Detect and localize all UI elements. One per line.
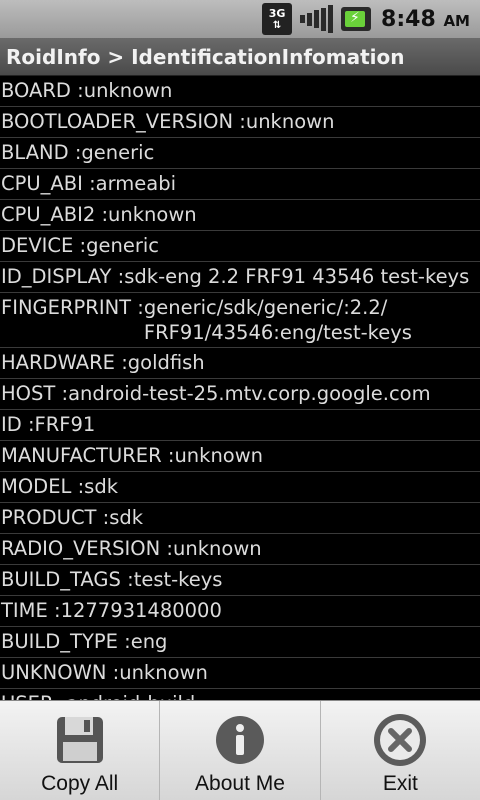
row-key: MODEL : <box>1 475 85 498</box>
row-value: test-keys <box>133 568 223 591</box>
row-key: HARDWARE : <box>1 351 128 374</box>
list-item: UNKNOWN : unknown <box>0 658 480 689</box>
list-item: DEVICE : generic <box>0 231 480 262</box>
row-key: USER : <box>1 689 66 700</box>
row-key: BUILD_TYPE : <box>1 630 131 653</box>
menu-item-label: About Me <box>195 772 285 795</box>
row-value: 1277931480000 <box>60 599 222 622</box>
row-key: MANUFACTURER : <box>1 444 175 467</box>
list-item: TIME :1277931480000 <box>0 596 480 627</box>
row-value: generic <box>81 141 155 164</box>
row-key: BLAND : <box>1 141 82 164</box>
list-item: CPU_ABI : armeabi <box>0 169 480 200</box>
row-value: sdk-eng 2.2 FRF91 43546 test-keys <box>124 265 470 288</box>
info-icon <box>210 712 270 768</box>
row-key: BOARD : <box>1 79 84 102</box>
row-value: goldfish <box>127 351 205 374</box>
list-item: ID_DISPLAY : sdk-eng 2.2 FRF91 43546 test… <box>0 262 480 293</box>
row-value: unknown <box>108 203 197 226</box>
list-item: BLAND : generic <box>0 138 480 169</box>
row-key: BOOTLOADER_VERSION : <box>1 110 246 133</box>
clock-time: 8:48 <box>381 6 436 32</box>
about-me-button[interactable]: About Me <box>160 701 321 800</box>
row-key: CPU_ABI2 : <box>1 203 109 226</box>
app-title-bar: RoidInfo > IdentificationInfomation <box>0 38 480 76</box>
page-title: RoidInfo > IdentificationInfomation <box>6 44 405 69</box>
row-value: unknown <box>245 110 335 133</box>
row-key: ID : <box>1 413 35 436</box>
row-key: DEVICE : <box>1 234 87 257</box>
row-value: FRF91 <box>34 413 96 436</box>
row-key: ID_DISPLAY : <box>1 265 125 288</box>
list-item: BOOTLOADER_VERSION : unknown <box>0 107 480 138</box>
menu-item-label: Copy All <box>41 772 119 795</box>
row-key: FINGERPRINT : <box>1 296 144 319</box>
save-icon <box>50 712 110 768</box>
list-item: MODEL : sdk <box>0 472 480 503</box>
row-key: BUILD_TAGS : <box>1 568 134 591</box>
signal-strength-icon <box>300 5 334 33</box>
menu-item-label: Exit <box>382 772 418 795</box>
list-item: BUILD_TAGS : test-keys <box>0 565 480 596</box>
list-item: BOARD : unknown <box>0 76 480 107</box>
clock-ampm: AM <box>443 11 470 30</box>
list-item: HARDWARE : goldfish <box>0 348 480 379</box>
status-bar: 3G ⇅ ⚡ 8:48 AM <box>0 0 480 38</box>
list-item: RADIO_VERSION : unknown <box>0 534 480 565</box>
row-value: android-build <box>66 689 195 700</box>
row-value: android-test-25.mtv.corp.google.com <box>68 382 431 405</box>
row-value: sdk <box>109 506 144 529</box>
row-key: PRODUCT : <box>1 506 110 529</box>
row-value: sdk <box>84 475 118 498</box>
status-clock: 8:48 AM <box>381 7 470 32</box>
row-key: CPU_ABI : <box>1 172 96 195</box>
row-key: RADIO_VERSION : <box>1 537 174 560</box>
row-value: eng <box>130 630 168 653</box>
list-item: ID : FRF91 <box>0 410 480 441</box>
row-value: generic <box>86 234 160 257</box>
list-item: PRODUCT : sdk <box>0 503 480 534</box>
row-value: unknown <box>83 79 173 102</box>
list-item: USER :android-build <box>0 689 480 700</box>
network-type-label: 3G <box>268 6 286 20</box>
close-icon <box>370 712 430 768</box>
row-key: TIME : <box>1 599 61 622</box>
copy-all-button[interactable]: Copy All <box>0 701 161 800</box>
identification-info-list[interactable]: BOARD : unknown BOOTLOADER_VERSION : unkno… <box>0 76 480 700</box>
battery-charging-icon: ⚡ <box>341 7 372 31</box>
list-item: FINGERPRINT : generic/sdk/generic/:2.2/ F… <box>0 293 480 348</box>
list-item: MANUFACTURER : unknown <box>0 441 480 472</box>
row-value: unknown <box>174 444 264 467</box>
list-item: BUILD_TYPE : eng <box>0 627 480 658</box>
exit-button[interactable]: Exit <box>321 701 480 800</box>
row-value: generic/sdk/generic/:2.2/ FRF91/43546:en… <box>143 296 412 344</box>
row-value: unknown <box>173 537 262 560</box>
network-3g-icon: 3G ⇅ <box>262 3 293 35</box>
list-item: HOST : android-test-25.mtv.corp.google.co… <box>0 379 480 410</box>
options-menu: Copy All About Me Exit <box>0 700 480 800</box>
row-value: armeabi <box>95 172 177 195</box>
row-value: unknown <box>119 661 208 684</box>
row-key: HOST : <box>1 382 69 405</box>
list-item: CPU_ABI2 : unknown <box>0 200 480 231</box>
row-key: UNKNOWN : <box>1 661 120 684</box>
